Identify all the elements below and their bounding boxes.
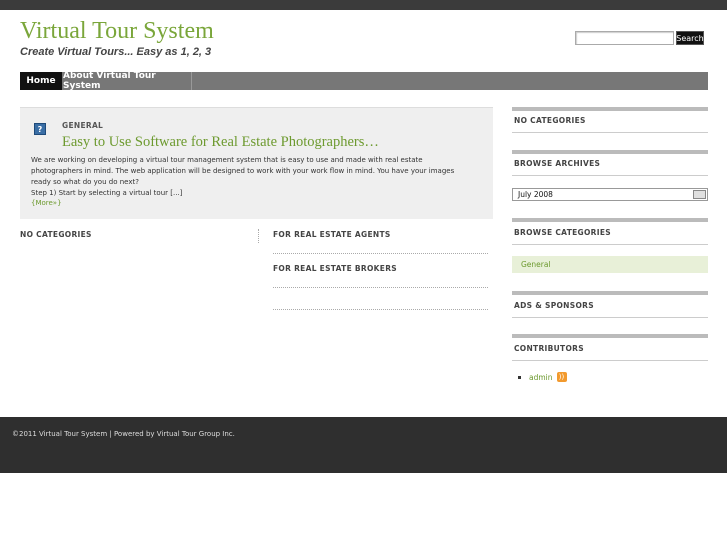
search-input[interactable] [575,31,674,45]
sidebar-bar [512,218,708,222]
post-category[interactable]: GENERAL [62,121,103,130]
post-excerpt-line: photographers in mind. The web applicati… [31,167,455,175]
browse-categories-heading: BROWSE CATEGORIES [514,228,611,237]
sidebar-bar [512,150,708,154]
divider [512,175,708,176]
agents-heading: FOR REAL ESTATE AGENTS [273,230,391,239]
divider [512,132,708,133]
column-divider [258,229,259,243]
more-link[interactable]: {More»} [31,199,62,207]
no-categories-heading: NO CATEGORIES [20,230,92,239]
bullet-icon [518,375,521,379]
site-title[interactable]: Virtual Tour System [20,18,214,45]
footer: ©2011 Virtual Tour System | Powered by V… [0,417,727,473]
post-title[interactable]: Easy to Use Software for Real Estate Pho… [62,134,379,151]
featured-post: ? GENERAL Easy to Use Software for Real … [20,107,493,219]
divider [512,317,708,318]
divider [273,253,488,254]
nav-home[interactable]: Home [20,72,62,90]
sidebar-bar [512,107,708,111]
footer-text: ©2011 Virtual Tour System | Powered by V… [12,430,235,438]
category-general[interactable]: General [512,256,708,273]
site-tagline: Create Virtual Tours... Easy as 1, 2, 3 [20,46,212,58]
main-nav: Home About Virtual Tour System [20,71,708,91]
footer-powered-by-link[interactable]: Virtual Tour Group Inc. [157,430,235,438]
divider [512,244,708,245]
divider [512,360,708,361]
post-excerpt: We are working on developing a virtual t… [31,155,486,199]
browse-archives-heading: BROWSE ARCHIVES [514,159,601,168]
ads-sponsors-heading: ADS & SPONSORS [514,301,594,310]
top-bar [0,0,727,10]
dropdown-arrow-icon[interactable] [693,190,706,199]
post-excerpt-line: We are working on developing a virtual t… [31,156,423,164]
brokers-heading: FOR REAL ESTATE BROKERS [273,264,397,273]
contributors-heading: CONTRIBUTORS [514,344,584,353]
rss-icon[interactable]: )) [556,372,567,382]
divider [273,287,488,288]
footer-copyright: ©2011 Virtual Tour System | Powered by [12,430,157,438]
contributor-item: admin )) [518,372,567,382]
contributor-link[interactable]: admin [529,373,553,382]
sidebar-no-categories-heading: NO CATEGORIES [514,116,586,125]
sidebar-bar [512,291,708,295]
document-icon: ? [34,123,46,135]
post-excerpt-line: Step 1) Start by selecting a virtual tou… [31,189,183,197]
nav-about[interactable]: About Virtual Tour System [63,71,192,91]
search-button[interactable]: Search [676,31,704,45]
archive-selected-value: July 2008 [518,190,553,199]
post-excerpt-line: ready so what do you do next? [31,178,139,186]
sidebar-bar [512,334,708,338]
divider [273,309,488,310]
archive-select[interactable]: July 2008 [512,188,708,201]
